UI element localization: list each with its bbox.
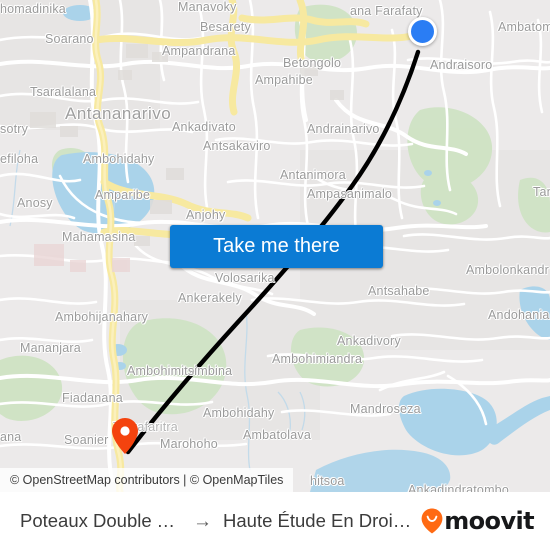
- arrow-right-icon: →: [193, 510, 212, 532]
- moovit-logo[interactable]: moovit: [421, 507, 535, 535]
- destination-station-label: Haute Étude En Droit Et En M…: [223, 510, 411, 531]
- moovit-pin-icon: [421, 508, 443, 534]
- origin-marker-pin[interactable]: [112, 418, 138, 454]
- moovit-map-screen: homadinika Manavoky Besarety Soarano Ampandr…: [0, 0, 550, 550]
- moovit-wordmark: moovit: [444, 507, 534, 535]
- route-summary[interactable]: Poteaux Double Ts… → Haute Étude En Droi…: [20, 510, 411, 532]
- bottom-bar: Poteaux Double Ts… → Haute Étude En Droi…: [0, 492, 550, 550]
- take-me-there-button[interactable]: Take me there: [170, 225, 383, 268]
- map-canvas[interactable]: homadinika Manavoky Besarety Soarano Ampandr…: [0, 0, 550, 492]
- destination-marker-dot[interactable]: [408, 17, 437, 46]
- map-attribution[interactable]: © OpenStreetMap contributors | © OpenMap…: [0, 468, 294, 492]
- origin-station-label: Poteaux Double Ts…: [20, 510, 182, 531]
